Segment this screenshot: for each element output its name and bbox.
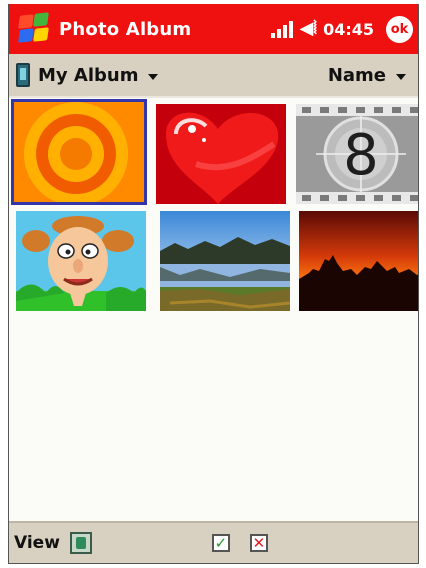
bottom-menu-bar: View ✓ ✕ [9,521,418,563]
chevron-down-icon [396,73,406,80]
sort-label: Name [327,64,386,86]
signal-icon[interactable] [271,20,294,38]
album-toolbar: My Album Name [9,54,418,98]
sort-dropdown[interactable]: Name [328,65,406,86]
countdown-number: 8 [343,123,379,188]
volume-icon[interactable]: ◀︎⦚ [299,20,317,38]
thumbnail-lake-mountains[interactable] [160,211,290,311]
title-bar: Photo Album ◀︎⦚ 04:45 ok [9,4,418,54]
ok-button[interactable]: ok [386,15,413,43]
app-window: Photo Album ◀︎⦚ 04:45 ok My Album Name 8… [8,4,419,564]
album-icon [16,63,30,87]
view-menu[interactable]: View [14,533,60,553]
thumbnail-sunset-silhouette[interactable] [299,211,418,311]
thumbnail-cartoon-face[interactable] [16,211,146,311]
delete-icon[interactable]: ✕ [249,534,268,552]
windows-start-icon[interactable] [15,12,53,46]
album-name: My Album [38,64,139,86]
clock[interactable]: 04:45 [323,20,374,39]
thumbnail-film-countdown[interactable]: 8 [296,104,418,204]
check-icon[interactable]: ✓ [211,534,230,552]
thumbnail-red-heart[interactable] [156,104,286,204]
album-dropdown[interactable]: My Album [30,64,159,86]
thumbnail-orange-circles[interactable] [11,99,147,205]
chevron-down-icon [148,73,159,80]
view-icon[interactable] [69,532,92,554]
app-title: Photo Album [59,18,192,40]
